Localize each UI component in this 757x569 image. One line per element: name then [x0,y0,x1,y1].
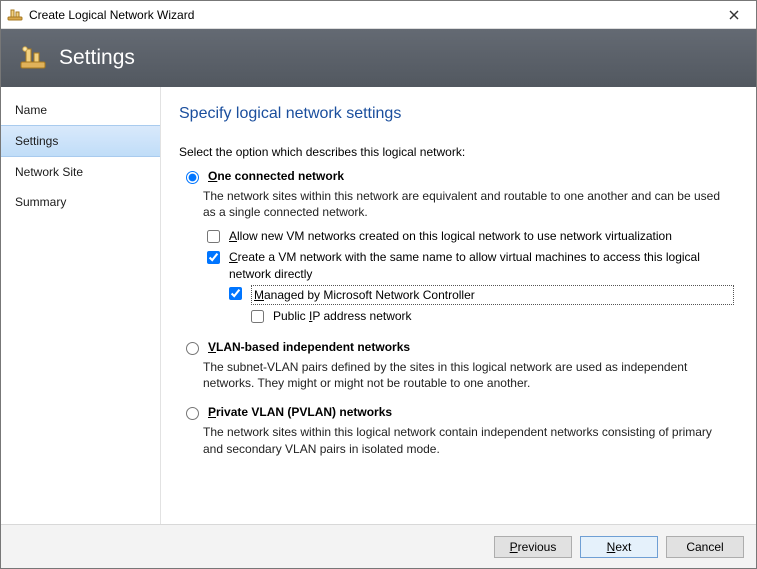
wizard-icon [7,7,23,23]
checkbox-public-ip[interactable] [251,310,264,323]
wizard-footer: Previous Next Cancel [1,524,756,568]
radio-one-connected-label[interactable]: One connected network [208,169,344,183]
close-button[interactable] [712,1,756,29]
sidebar-item-network-site[interactable]: Network Site [1,157,160,187]
next-button[interactable]: Next [580,536,658,558]
sidebar-item-summary[interactable]: Summary [1,187,160,217]
option-one-connected: One connected network The network sites … [179,169,734,326]
intro-text: Select the option which describes this l… [179,145,734,159]
vlan-desc: The subnet-VLAN pairs defined by the sit… [203,359,734,391]
wizard-steps-sidebar: Name Settings Network Site Summary [1,87,161,524]
radio-vlan-label[interactable]: VLAN-based independent networks [208,340,410,354]
one-connected-desc: The network sites within this network ar… [203,188,734,220]
page-title: Specify logical network settings [179,105,734,123]
checkbox-create-vmnet-label[interactable]: Create a VM network with the same name t… [229,249,734,281]
checkbox-public-ip-label[interactable]: Public IP address network [273,308,412,324]
option-vlan: VLAN-based independent networks The subn… [179,340,734,391]
settings-wizard-icon [19,44,47,72]
cancel-button[interactable]: Cancel [666,536,744,558]
sidebar-item-settings[interactable]: Settings [1,125,160,157]
checkbox-allow-virtualization-label[interactable]: Allow new VM networks created on this lo… [229,228,672,244]
radio-pvlan-label[interactable]: Private VLAN (PVLAN) networks [208,405,392,419]
wizard-main-panel: Specify logical network settings Select … [161,87,756,524]
checkbox-managed-by-nc[interactable] [229,287,242,300]
checkbox-allow-virtualization[interactable] [207,230,220,243]
banner-title: Settings [59,46,135,70]
option-pvlan: Private VLAN (PVLAN) networks The networ… [179,405,734,456]
radio-one-connected[interactable] [186,171,199,184]
window-title: Create Logical Network Wizard [29,8,194,22]
wizard-banner: Settings [1,29,756,87]
pvlan-desc: The network sites within this logical ne… [203,424,734,456]
titlebar: Create Logical Network Wizard [1,1,756,29]
wizard-content: Name Settings Network Site Summary Speci… [1,87,756,524]
radio-pvlan[interactable] [186,407,199,420]
radio-vlan[interactable] [186,342,199,355]
checkbox-managed-by-nc-label[interactable]: Managed by Microsoft Network Controller [251,285,734,305]
previous-button[interactable]: Previous [494,536,572,558]
sidebar-item-name[interactable]: Name [1,95,160,125]
checkbox-create-vmnet[interactable] [207,251,220,264]
